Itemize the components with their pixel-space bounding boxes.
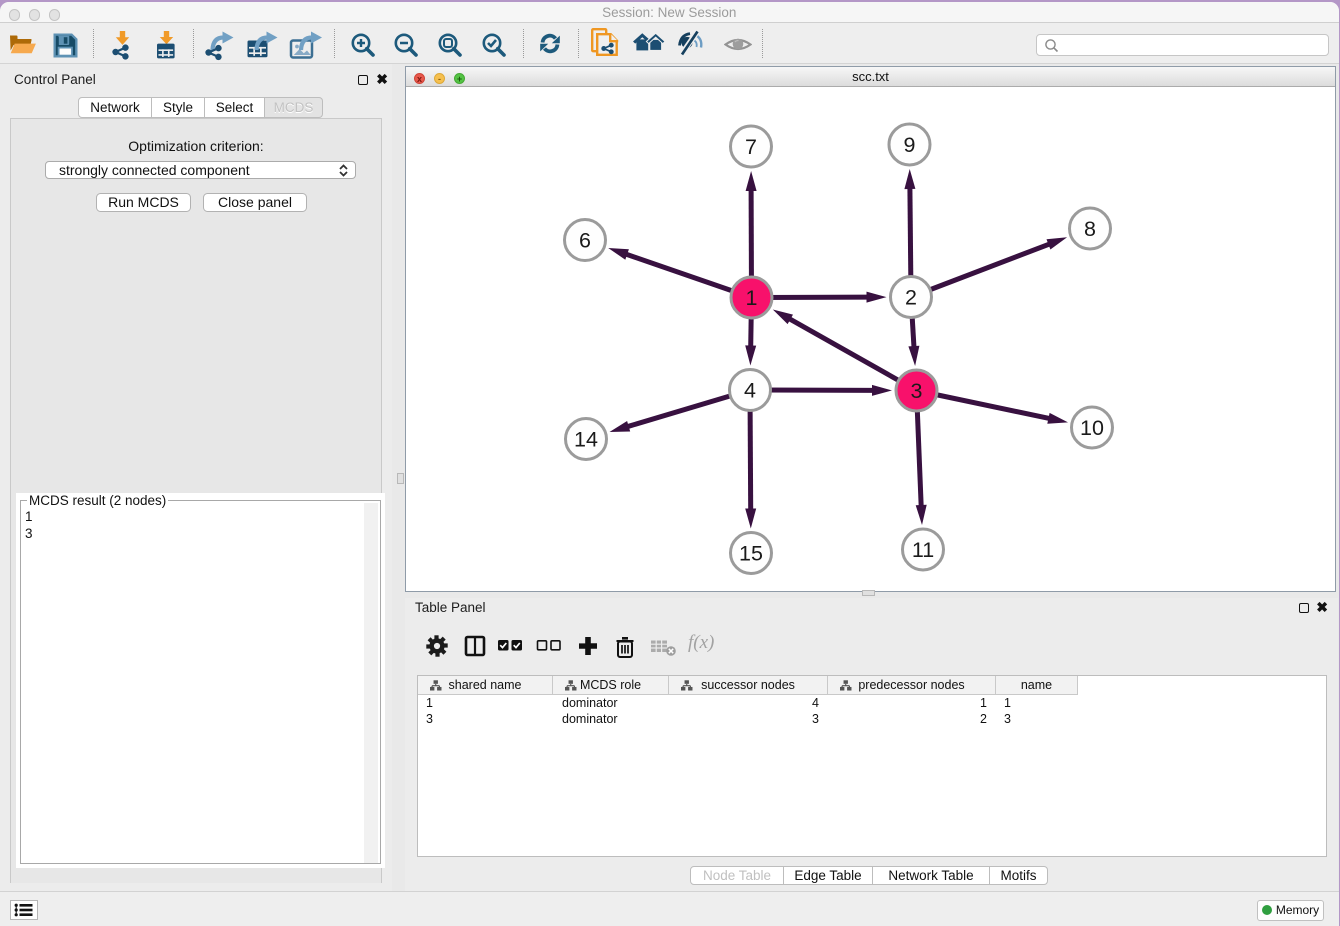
svg-text:10: 10: [1080, 416, 1104, 440]
svg-text:14: 14: [574, 428, 598, 452]
svg-text:2: 2: [905, 286, 917, 310]
svg-text:1: 1: [746, 286, 758, 310]
svg-text:7: 7: [745, 135, 757, 159]
svg-text:4: 4: [744, 379, 756, 403]
svg-text:15: 15: [739, 542, 763, 566]
svg-text:9: 9: [904, 133, 916, 157]
svg-text:3: 3: [911, 379, 923, 403]
svg-text:6: 6: [579, 229, 591, 253]
svg-text:11: 11: [912, 538, 934, 562]
svg-text:8: 8: [1084, 217, 1096, 241]
